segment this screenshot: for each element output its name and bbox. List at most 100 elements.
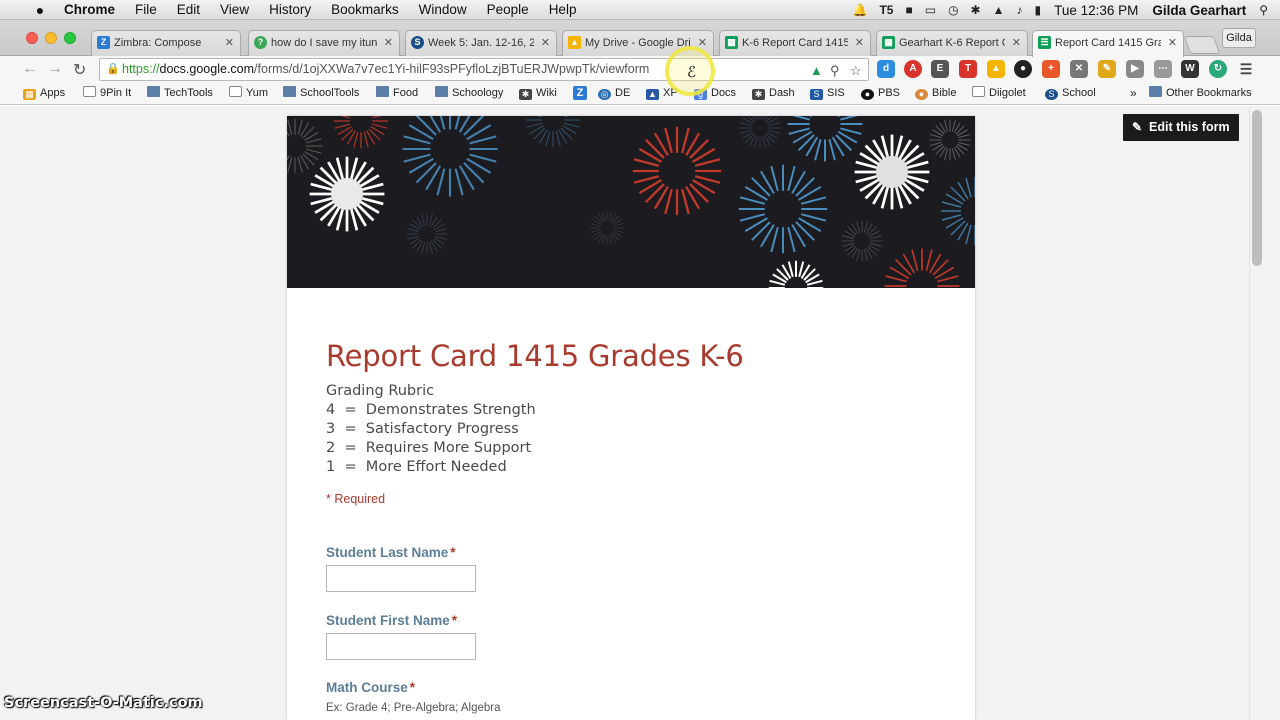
- evernote-icon[interactable]: ■: [905, 3, 912, 17]
- bookmark-wiki[interactable]: ✱ Wiki: [519, 86, 557, 101]
- chrome-menu-icon[interactable]: ☰: [1237, 60, 1255, 78]
- question-label-math-course: Math Course *: [326, 680, 415, 695]
- bookmark-apps[interactable]: ▦ Apps: [23, 86, 65, 101]
- page-icon: [972, 86, 985, 97]
- bookmark-label: PBS: [878, 87, 901, 99]
- first-name-input[interactable]: [326, 633, 476, 660]
- form-header-banner: [287, 116, 975, 288]
- pencil-icon: ✎: [1132, 120, 1143, 134]
- bookmark-star-icon[interactable]: ☆: [850, 60, 862, 81]
- close-tab-icon[interactable]: ✕: [225, 31, 234, 55]
- tab-itunes-question[interactable]: ? how do I save my itunes ✕: [248, 30, 400, 56]
- menu-view[interactable]: View: [210, 2, 259, 17]
- address-bar[interactable]: 🔒 https://docs.google.com/forms/d/1ojXXW…: [99, 58, 869, 81]
- adblock-icon[interactable]: A: [904, 60, 922, 78]
- tab-strip: Z Zimbra: Compose ✕ ? how do I save my i…: [0, 20, 1280, 57]
- scrollbar-thumb[interactable]: [1252, 110, 1262, 266]
- menu-edit[interactable]: Edit: [167, 2, 210, 17]
- close-window-icon[interactable]: [26, 32, 38, 44]
- minimize-window-icon[interactable]: [45, 32, 57, 44]
- menu-bookmarks[interactable]: Bookmarks: [321, 2, 409, 17]
- bookmark-z[interactable]: Z: [573, 86, 587, 101]
- cycle-extension-icon[interactable]: ↻: [1209, 60, 1227, 78]
- new-tab-button[interactable]: [1183, 36, 1221, 54]
- bookmark-9pin[interactable]: 9Pin It: [83, 86, 131, 101]
- bookmark-food[interactable]: Food: [376, 86, 418, 101]
- apple-icon[interactable]: ●: [32, 2, 48, 18]
- tab-label: how do I save my itunes: [271, 37, 377, 49]
- notification-icon[interactable]: 🔔: [852, 3, 867, 17]
- bookmarks-bar: ▦ Apps 9Pin It TechTools Yum SchoolTools …: [0, 83, 1280, 105]
- pen-extension-icon[interactable]: ✎: [1098, 60, 1116, 78]
- bookmark-diigolet[interactable]: Diigolet: [972, 86, 1026, 101]
- airplay-icon[interactable]: ▭: [925, 3, 936, 17]
- td-extension-icon[interactable]: T: [959, 60, 977, 78]
- bookmark-other[interactable]: Other Bookmarks: [1149, 86, 1252, 101]
- page-icon: [229, 86, 242, 97]
- td-status-icon[interactable]: T5: [879, 3, 893, 17]
- docs-extension-icon[interactable]: d: [877, 60, 895, 78]
- bookmark-pbs[interactable]: ● PBS: [861, 86, 900, 101]
- bluetooth-icon[interactable]: ✱: [971, 3, 981, 17]
- close-tab-icon[interactable]: ✕: [1168, 31, 1177, 55]
- bookmark-bible[interactable]: ● Bible: [915, 86, 956, 101]
- drive-extension-icon[interactable]: ▲: [987, 60, 1005, 78]
- bookmark-dash[interactable]: ✱ Dash: [752, 86, 795, 101]
- more-extension-icon[interactable]: ⋯: [1154, 60, 1172, 78]
- back-icon[interactable]: ←: [22, 60, 38, 78]
- bookmark-sis[interactable]: S SIS: [810, 86, 845, 101]
- edit-form-button[interactable]: ✎ Edit this form: [1123, 114, 1239, 141]
- bookmark-label: Yum: [246, 87, 269, 99]
- close-tab-icon[interactable]: ✕: [541, 31, 550, 55]
- bookmark-school[interactable]: S School: [1045, 86, 1096, 101]
- menu-people[interactable]: People: [477, 2, 539, 17]
- bookmark-schooltools[interactable]: SchoolTools: [283, 86, 359, 101]
- question-label-first-name: Student First Name *: [326, 613, 457, 628]
- close-tab-icon[interactable]: ✕: [1012, 31, 1021, 55]
- plus-extension-icon[interactable]: +: [1042, 60, 1060, 78]
- tab-zimbra[interactable]: Z Zimbra: Compose ✕: [91, 30, 241, 56]
- clock[interactable]: Tue 12:36 PM: [1054, 3, 1138, 18]
- zoom-window-icon[interactable]: [64, 32, 76, 44]
- bookmark-label: Docs: [711, 87, 737, 99]
- required-star: *: [451, 613, 458, 628]
- bookmark-techtools[interactable]: TechTools: [147, 86, 213, 101]
- zoom-icon[interactable]: ⚲: [830, 60, 840, 81]
- spotlight-icon[interactable]: ⚲: [1259, 3, 1268, 17]
- menu-bar: ● Chrome File Edit View History Bookmark…: [0, 0, 1280, 20]
- speaker-extension-icon[interactable]: ▶: [1126, 60, 1144, 78]
- reload-icon[interactable]: ↻: [73, 60, 86, 80]
- close-tab-icon[interactable]: ✕: [384, 31, 393, 55]
- menu-window[interactable]: Window: [409, 2, 477, 17]
- close-tab-icon[interactable]: ✕: [855, 31, 864, 55]
- bookmark-yum[interactable]: Yum: [229, 86, 268, 101]
- tools-extension-icon[interactable]: ✕: [1070, 60, 1088, 78]
- battery-icon[interactable]: ▮: [1035, 3, 1042, 17]
- menu-file[interactable]: File: [125, 2, 167, 17]
- menu-history[interactable]: History: [259, 2, 321, 17]
- last-name-input[interactable]: [326, 565, 476, 592]
- wiki-icon: ✱: [519, 89, 532, 100]
- tab-k6-report-card[interactable]: ▦ K-6 Report Card 1415 ✕: [719, 30, 871, 56]
- profile-button[interactable]: Gilda: [1222, 28, 1256, 48]
- question-label-last-name: Student Last Name *: [326, 545, 456, 560]
- record-extension-icon[interactable]: ●: [1014, 60, 1032, 78]
- bookmark-de[interactable]: ◎ DE: [598, 86, 630, 101]
- feedly-extension-icon[interactable]: W: [1181, 60, 1199, 78]
- save-to-drive-icon[interactable]: ▲: [810, 60, 823, 81]
- tab-gearhart-report[interactable]: ▦ Gearhart K-6 Report C ✕: [876, 30, 1028, 56]
- forward-icon[interactable]: →: [47, 60, 63, 78]
- tab-report-card-form[interactable]: ☰ Report Card 1415 Grac ✕: [1032, 30, 1184, 57]
- time-machine-icon[interactable]: ◷: [948, 3, 958, 17]
- page-left-edge: [0, 106, 16, 720]
- user-name[interactable]: Gilda Gearhart: [1152, 3, 1246, 18]
- question-icon: ?: [254, 36, 267, 49]
- volume-icon[interactable]: ♪: [1017, 3, 1023, 17]
- bookmarks-overflow-icon[interactable]: »: [1130, 86, 1137, 101]
- menu-help[interactable]: Help: [539, 2, 587, 17]
- tab-week5[interactable]: S Week 5: Jan. 12-16, 20 ✕: [405, 30, 557, 56]
- evernote-extension-icon[interactable]: E: [931, 60, 949, 78]
- wifi-icon[interactable]: ▲: [993, 3, 1005, 17]
- menu-app[interactable]: Chrome: [64, 2, 125, 17]
- bookmark-schoology[interactable]: Schoology: [435, 86, 503, 101]
